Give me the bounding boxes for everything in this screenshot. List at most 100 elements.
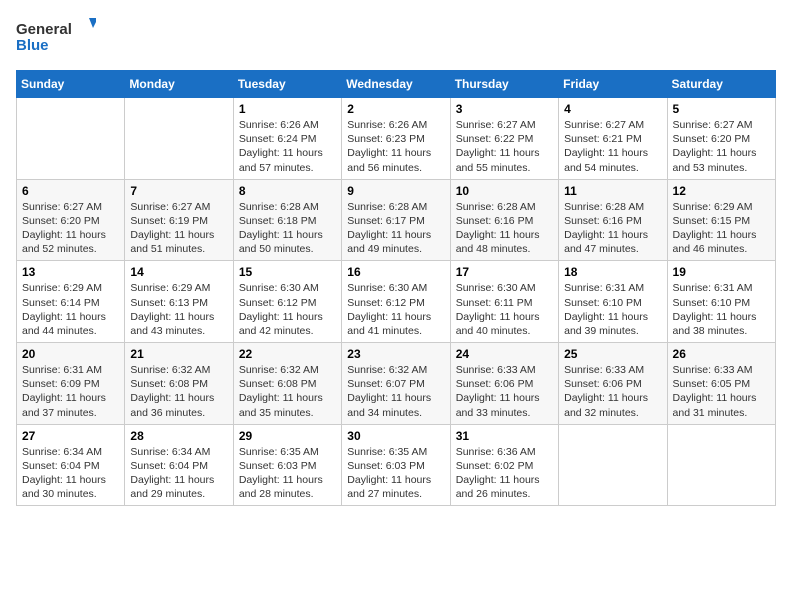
day-number: 5 xyxy=(673,102,770,116)
day-number: 14 xyxy=(130,265,227,279)
day-info: Sunrise: 6:31 AMSunset: 6:10 PMDaylight:… xyxy=(564,281,661,338)
logo-svg: General Blue xyxy=(16,16,96,58)
svg-text:General: General xyxy=(16,21,72,38)
week-row-1: 1Sunrise: 6:26 AMSunset: 6:24 PMDaylight… xyxy=(17,98,776,180)
day-number: 30 xyxy=(347,429,444,443)
day-number: 10 xyxy=(456,184,553,198)
day-cell: 29Sunrise: 6:35 AMSunset: 6:03 PMDayligh… xyxy=(233,424,341,506)
day-info: Sunrise: 6:32 AMSunset: 6:08 PMDaylight:… xyxy=(130,363,227,420)
day-cell: 12 Sunrise: 6:29 AMSunset: 6:15 PMDayligh… xyxy=(667,179,775,261)
day-info: Sunrise: 6:33 AMSunset: 6:06 PMDaylight:… xyxy=(456,363,553,420)
day-number: 3 xyxy=(456,102,553,116)
day-info: Sunrise: 6:34 AMSunset: 6:04 PMDaylight:… xyxy=(22,445,119,502)
day-cell xyxy=(667,424,775,506)
day-info: Sunrise: 6:30 AMSunset: 6:12 PMDaylight:… xyxy=(239,281,336,338)
day-info: Sunrise: 6:32 AMSunset: 6:07 PMDaylight:… xyxy=(347,363,444,420)
day-cell: 11 Sunrise: 6:28 AMSunset: 6:16 PMDayligh… xyxy=(559,179,667,261)
day-cell: 25 Sunrise: 6:33 AMSunset: 6:06 PMDayligh… xyxy=(559,343,667,425)
day-info: Sunrise: 6:30 AMSunset: 6:12 PMDaylight:… xyxy=(347,281,444,338)
day-info: Sunrise: 6:29 AMSunset: 6:15 PMDaylight:… xyxy=(673,200,770,257)
day-cell: 15 Sunrise: 6:30 AMSunset: 6:12 PMDayligh… xyxy=(233,261,341,343)
day-cell: 16 Sunrise: 6:30 AMSunset: 6:12 PMDayligh… xyxy=(342,261,450,343)
day-cell: 6 Sunrise: 6:27 AMSunset: 6:20 PMDaylight… xyxy=(17,179,125,261)
page-header: General Blue xyxy=(16,16,776,58)
logo: General Blue xyxy=(16,16,96,58)
day-number: 25 xyxy=(564,347,661,361)
day-number: 13 xyxy=(22,265,119,279)
weekday-header-row: SundayMondayTuesdayWednesdayThursdayFrid… xyxy=(17,71,776,98)
day-number: 18 xyxy=(564,265,661,279)
day-number: 4 xyxy=(564,102,661,116)
day-info: Sunrise: 6:34 AMSunset: 6:04 PMDaylight:… xyxy=(130,445,227,502)
day-info: Sunrise: 6:27 AMSunset: 6:22 PMDaylight:… xyxy=(456,118,553,175)
weekday-monday: Monday xyxy=(125,71,233,98)
day-number: 9 xyxy=(347,184,444,198)
day-number: 11 xyxy=(564,184,661,198)
day-info: Sunrise: 6:28 AMSunset: 6:17 PMDaylight:… xyxy=(347,200,444,257)
day-info: Sunrise: 6:35 AMSunset: 6:03 PMDaylight:… xyxy=(239,445,336,502)
day-info: Sunrise: 6:26 AMSunset: 6:24 PMDaylight:… xyxy=(239,118,336,175)
day-cell xyxy=(17,98,125,180)
day-info: Sunrise: 6:33 AMSunset: 6:06 PMDaylight:… xyxy=(564,363,661,420)
day-number: 28 xyxy=(130,429,227,443)
day-number: 16 xyxy=(347,265,444,279)
day-info: Sunrise: 6:32 AMSunset: 6:08 PMDaylight:… xyxy=(239,363,336,420)
day-number: 12 xyxy=(673,184,770,198)
day-cell: 10 Sunrise: 6:28 AMSunset: 6:16 PMDayligh… xyxy=(450,179,558,261)
day-cell: 8 Sunrise: 6:28 AMSunset: 6:18 PMDaylight… xyxy=(233,179,341,261)
weekday-tuesday: Tuesday xyxy=(233,71,341,98)
day-info: Sunrise: 6:33 AMSunset: 6:05 PMDaylight:… xyxy=(673,363,770,420)
day-cell: 26 Sunrise: 6:33 AMSunset: 6:05 PMDayligh… xyxy=(667,343,775,425)
day-number: 24 xyxy=(456,347,553,361)
day-cell: 4 Sunrise: 6:27 AMSunset: 6:21 PMDaylight… xyxy=(559,98,667,180)
day-cell: 31 Sunrise: 6:36 AMSunset: 6:02 PMDayligh… xyxy=(450,424,558,506)
day-cell: 20 Sunrise: 6:31 AMSunset: 6:09 PMDayligh… xyxy=(17,343,125,425)
day-number: 8 xyxy=(239,184,336,198)
day-cell: 3 Sunrise: 6:27 AMSunset: 6:22 PMDaylight… xyxy=(450,98,558,180)
day-info: Sunrise: 6:29 AMSunset: 6:13 PMDaylight:… xyxy=(130,281,227,338)
day-number: 20 xyxy=(22,347,119,361)
day-cell: 2 Sunrise: 6:26 AMSunset: 6:23 PMDaylight… xyxy=(342,98,450,180)
day-info: Sunrise: 6:31 AMSunset: 6:10 PMDaylight:… xyxy=(673,281,770,338)
day-number: 6 xyxy=(22,184,119,198)
calendar-body: 1Sunrise: 6:26 AMSunset: 6:24 PMDaylight… xyxy=(17,98,776,506)
weekday-sunday: Sunday xyxy=(17,71,125,98)
day-cell: 28 Sunrise: 6:34 AMSunset: 6:04 PMDayligh… xyxy=(125,424,233,506)
day-cell xyxy=(125,98,233,180)
day-cell: 19 Sunrise: 6:31 AMSunset: 6:10 PMDayligh… xyxy=(667,261,775,343)
day-info: Sunrise: 6:36 AMSunset: 6:02 PMDaylight:… xyxy=(456,445,553,502)
day-info: Sunrise: 6:35 AMSunset: 6:03 PMDaylight:… xyxy=(347,445,444,502)
day-number: 15 xyxy=(239,265,336,279)
day-number: 17 xyxy=(456,265,553,279)
day-cell: 27 Sunrise: 6:34 AMSunset: 6:04 PMDayligh… xyxy=(17,424,125,506)
day-number: 23 xyxy=(347,347,444,361)
day-number: 7 xyxy=(130,184,227,198)
day-info: Sunrise: 6:27 AMSunset: 6:19 PMDaylight:… xyxy=(130,200,227,257)
week-row-5: 27 Sunrise: 6:34 AMSunset: 6:04 PMDayligh… xyxy=(17,424,776,506)
day-info: Sunrise: 6:28 AMSunset: 6:16 PMDaylight:… xyxy=(564,200,661,257)
day-number: 19 xyxy=(673,265,770,279)
day-cell: 23 Sunrise: 6:32 AMSunset: 6:07 PMDayligh… xyxy=(342,343,450,425)
day-number: 26 xyxy=(673,347,770,361)
day-info: Sunrise: 6:26 AMSunset: 6:23 PMDaylight:… xyxy=(347,118,444,175)
day-number: 2 xyxy=(347,102,444,116)
day-number: 31 xyxy=(456,429,553,443)
day-number: 22 xyxy=(239,347,336,361)
day-cell: 1Sunrise: 6:26 AMSunset: 6:24 PMDaylight… xyxy=(233,98,341,180)
day-info: Sunrise: 6:28 AMSunset: 6:16 PMDaylight:… xyxy=(456,200,553,257)
weekday-friday: Friday xyxy=(559,71,667,98)
day-info: Sunrise: 6:31 AMSunset: 6:09 PMDaylight:… xyxy=(22,363,119,420)
day-cell: 18 Sunrise: 6:31 AMSunset: 6:10 PMDayligh… xyxy=(559,261,667,343)
day-info: Sunrise: 6:27 AMSunset: 6:21 PMDaylight:… xyxy=(564,118,661,175)
day-info: Sunrise: 6:30 AMSunset: 6:11 PMDaylight:… xyxy=(456,281,553,338)
day-cell: 30 Sunrise: 6:35 AMSunset: 6:03 PMDayligh… xyxy=(342,424,450,506)
day-cell: 22 Sunrise: 6:32 AMSunset: 6:08 PMDayligh… xyxy=(233,343,341,425)
day-info: Sunrise: 6:28 AMSunset: 6:18 PMDaylight:… xyxy=(239,200,336,257)
day-info: Sunrise: 6:27 AMSunset: 6:20 PMDaylight:… xyxy=(673,118,770,175)
day-cell xyxy=(559,424,667,506)
day-number: 27 xyxy=(22,429,119,443)
day-info: Sunrise: 6:27 AMSunset: 6:20 PMDaylight:… xyxy=(22,200,119,257)
day-cell: 5 Sunrise: 6:27 AMSunset: 6:20 PMDaylight… xyxy=(667,98,775,180)
calendar-table: SundayMondayTuesdayWednesdayThursdayFrid… xyxy=(16,70,776,506)
svg-text:Blue: Blue xyxy=(16,37,49,54)
